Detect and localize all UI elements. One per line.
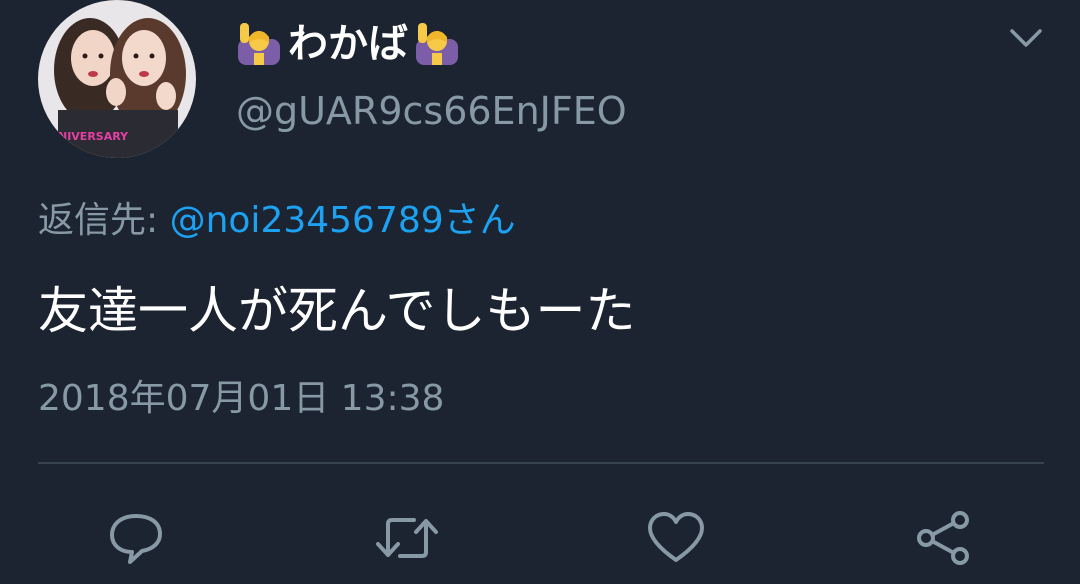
person-raising-hand-icon (414, 21, 460, 67)
reply-to-line: 返信先: @noi23456789さん (38, 196, 516, 246)
reply-to-label: 返信先: (38, 200, 159, 241)
retweet-icon (376, 518, 438, 558)
share-icon (917, 511, 969, 565)
like-button[interactable] (646, 510, 706, 566)
divider (38, 462, 1044, 464)
share-button[interactable] (914, 510, 974, 566)
user-handle[interactable]: @gUAR9cs66EnJFEO (236, 88, 627, 134)
comment-bubble-icon (110, 514, 162, 564)
chevron-down-icon[interactable] (1008, 26, 1044, 50)
avatar-image: NIVERSARY (38, 0, 196, 158)
person-raising-hand-icon (236, 21, 282, 67)
tweet-timestamp: 2018年07月01日 13:38 (38, 378, 445, 419)
display-name: わかば (288, 21, 408, 67)
heart-icon (648, 512, 704, 562)
display-name-row[interactable]: わかば (236, 18, 460, 70)
avatar-caption: NIVERSARY (58, 130, 129, 143)
avatar[interactable]: NIVERSARY (38, 0, 196, 158)
reply-mention-link[interactable]: @noi23456789さん (170, 200, 516, 241)
tweet-text: 友達一人が死んでしもーた (38, 282, 636, 340)
retweet-button[interactable] (374, 510, 440, 566)
reply-button[interactable] (106, 510, 166, 566)
